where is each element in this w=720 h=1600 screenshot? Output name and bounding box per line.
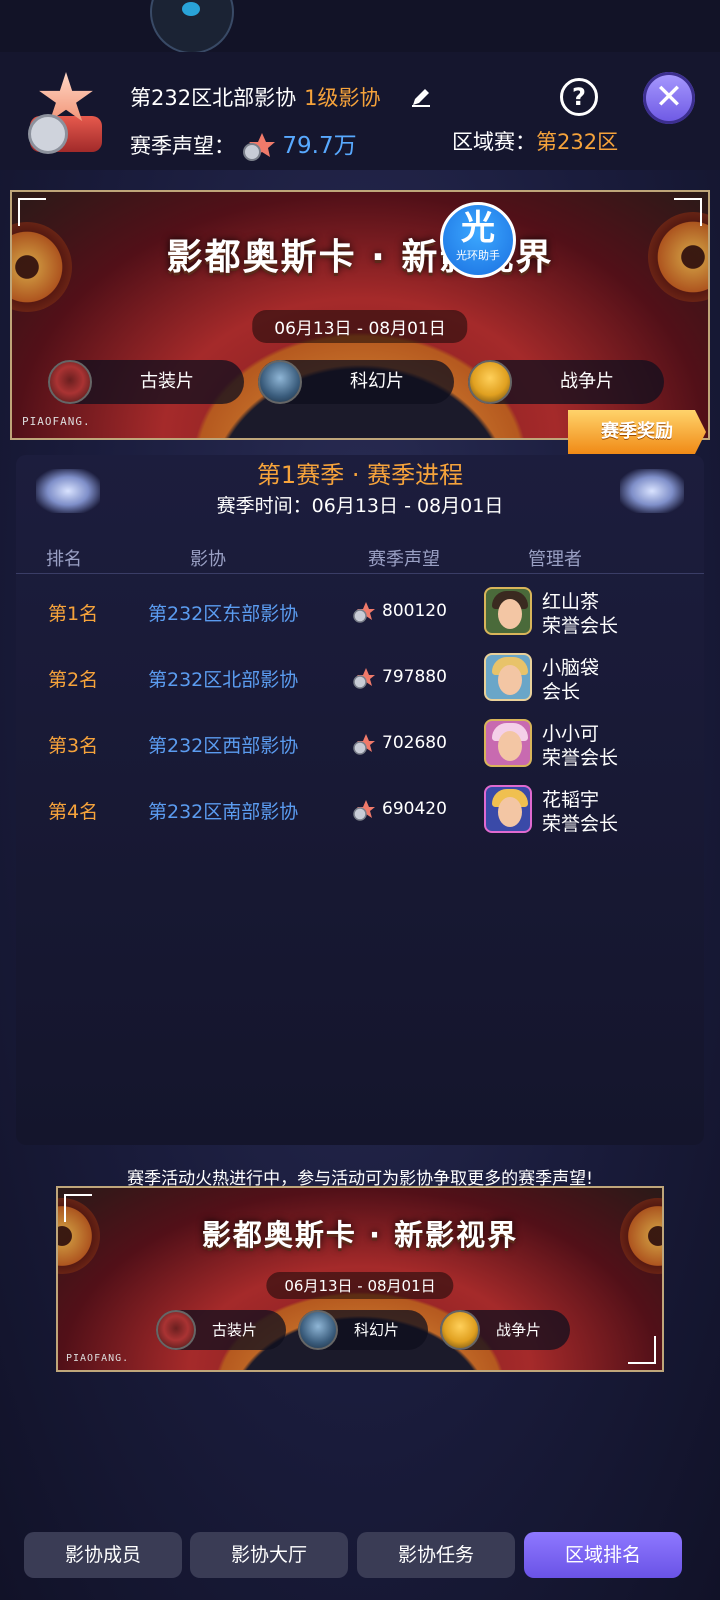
manager-name: 花韬宇 [542,789,600,811]
costume-film-icon [48,360,92,404]
region-label: 区域赛： [452,130,536,154]
star-reel-icon [353,800,375,821]
banner-title: 影都奥斯卡 · 新影视界 [201,1218,519,1252]
table-row[interactable]: 第3名 第232区西部影协 702680 小小可 荣誉会长 [16,711,704,777]
genre-label: 科幻片 [350,371,404,392]
star-reel-icon [353,602,375,623]
genre-war[interactable]: 战争片 [440,1310,570,1350]
genre-war[interactable]: 战争片 [468,360,664,404]
rank-cell: 第4名 [48,801,99,823]
guild-level: 1级影协 [304,86,381,110]
help-button[interactable]: ? [560,78,598,116]
star-reel-icon [242,133,275,161]
tab-guild-hall[interactable]: 影协大厅 [190,1532,348,1578]
rank-cell: 第1名 [48,603,99,625]
manager-role: 荣誉会长 [542,615,619,637]
banner-dates: 06月13日 - 08月01日 [266,1272,454,1299]
avatar[interactable] [484,719,532,767]
manager-name: 红山茶 [542,591,600,613]
banner-title: 影都奥斯卡 · 新影视界 [166,237,554,278]
manager-role: 荣誉会长 [542,747,619,769]
ufo-icon [258,360,302,404]
avatar[interactable] [484,587,532,635]
helper-badge[interactable]: 光 光环助手 [440,202,516,278]
prestige-cell: 690420 [382,799,447,819]
column-header-prestige: 赛季声望 [368,549,440,570]
brand-logo: PIAOFANG. [66,1353,130,1364]
manager-name: 小小可 [542,723,600,745]
brand-logo: PIAOFANG. [22,415,91,428]
column-header-rank: 排名 [46,549,82,570]
table-row[interactable]: 第1名 第232区东部影协 800120 红山茶 荣誉会长 [16,579,704,645]
guild-name: 第232区北部影协 [130,86,297,110]
soldier-icon [468,360,512,404]
tab-region-ranking[interactable]: 区域排名 [524,1532,682,1578]
pencil-icon[interactable] [410,86,432,108]
manager-name: 小脑袋 [542,657,600,679]
guild-header: 第232区北部影协 1级影协 ? ✕ 赛季声望： 79.7万 区域赛：第232区 [0,52,720,170]
genre-label: 战争片 [496,1321,542,1339]
guild-link[interactable]: 第232区南部影协 [148,797,298,824]
guild-link[interactable]: 第232区东部影协 [148,599,298,626]
close-button[interactable]: ✕ [643,72,695,124]
tab-guild-tasks[interactable]: 影协任务 [357,1532,515,1578]
prestige-cell: 800120 [382,601,447,621]
season-time: 赛季时间：06月13日 - 08月01日 [216,495,504,517]
genre-label: 战争片 [560,371,614,392]
avatar[interactable] [484,785,532,833]
soldier-icon [440,1310,480,1350]
helper-badge-text: 光环助手 [456,249,500,262]
guild-link[interactable]: 第232区北部影协 [148,665,298,692]
star-reel-icon [353,668,375,689]
manager-role: 荣誉会长 [542,813,619,835]
bottom-tab-bar: 影协成员 影协大厅 影协任务 区域排名 [24,1532,696,1578]
prestige-label: 赛季声望： [130,134,235,158]
prestige-cell: 702680 [382,733,447,753]
mascot-avatar-icon [150,0,234,54]
avatar[interactable] [484,653,532,701]
genre-scifi[interactable]: 科幻片 [298,1310,428,1350]
help-icon: ? [572,83,586,111]
tab-guild-members[interactable]: 影协成员 [24,1532,182,1578]
region-row: 区域赛：第232区 [452,126,618,156]
guild-badge-icon [24,72,108,156]
ufo-icon [298,1310,338,1350]
column-header-manager: 管理者 [528,549,582,570]
star-reel-icon [353,734,375,755]
close-icon: ✕ [654,77,684,117]
banner-dates: 06月13日 - 08月01日 [252,310,468,343]
costume-film-icon [156,1310,196,1350]
event-banner[interactable]: 影都奥斯卡 · 新影视界 06月13日 - 08月01日 古装片 科幻片 战争片… [10,190,710,440]
column-header-guild: 影协 [190,549,226,570]
prestige-row: 赛季声望： 79.7万 [130,126,357,162]
genre-scifi[interactable]: 科幻片 [258,360,454,404]
genre-label: 古装片 [212,1321,258,1339]
table-row[interactable]: 第2名 第232区北部影协 797880 小脑袋 会长 [16,645,704,711]
season-title: 第1赛季 · 赛季进程 [256,461,464,489]
rank-cell: 第2名 [48,669,99,691]
guild-link[interactable]: 第232区西部影协 [148,731,298,758]
table-row[interactable]: 第4名 第232区南部影协 690420 花韬宇 荣誉会长 [16,777,704,843]
helper-badge-char: 光 [461,208,495,248]
top-strip [0,0,720,54]
region-value: 第232区 [536,130,619,154]
guild-title: 第232区北部影协 1级影协 [130,82,380,112]
genre-label: 科幻片 [354,1321,400,1339]
manager-role: 会长 [542,681,581,703]
rank-cell: 第3名 [48,735,99,757]
genre-label: 古装片 [140,371,194,392]
ranking-panel: 第1赛季 · 赛季进程 赛季时间：06月13日 - 08月01日 排名 影协 赛… [16,455,704,1145]
prestige-cell: 797880 [382,667,447,687]
prestige-value: 79.7万 [282,133,357,159]
season-reward-button[interactable]: 赛季奖励 [568,410,706,454]
genre-costume[interactable]: 古装片 [156,1310,286,1350]
event-banner-small[interactable]: 影都奥斯卡 · 新影视界 06月13日 - 08月01日 古装片 科幻片 战争片… [56,1186,664,1372]
genre-costume[interactable]: 古装片 [48,360,244,404]
